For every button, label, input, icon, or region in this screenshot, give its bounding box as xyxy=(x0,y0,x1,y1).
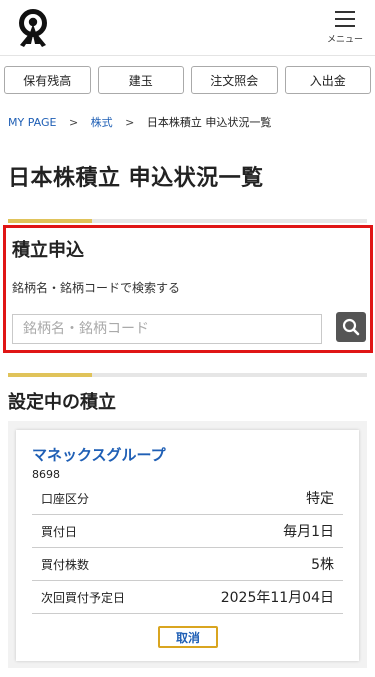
breadcrumb-current: 日本株積立 申込状況一覧 xyxy=(146,116,272,129)
positions-button[interactable]: 建玉 xyxy=(97,66,184,94)
apply-section-description: 銘柄名・銘柄コードで検索する xyxy=(12,281,181,295)
page-title: 日本株積立 申込状況一覧 xyxy=(8,166,264,191)
breadcrumb-stocks-link[interactable]: 株式 xyxy=(91,116,113,129)
detail-label: 買付株数 xyxy=(41,557,90,572)
detail-label: 次回買付予定日 xyxy=(41,590,126,605)
menu-label: メニュー xyxy=(326,35,363,45)
breadcrumb-separator: > xyxy=(68,116,79,129)
breadcrumb: MY PAGE > 株式 > 日本株積立 申込状況一覧 xyxy=(0,94,375,130)
menu-button[interactable]: メニュー xyxy=(323,6,367,50)
detail-row: 買付株数 5株 xyxy=(32,548,343,581)
detail-value: 特定 xyxy=(306,491,334,507)
section-divider-accent xyxy=(8,373,92,377)
section-divider xyxy=(8,373,367,377)
plan-card: マネックスグループ 8698 口座区分 特定 買付日 毎月1日 買付株数 5株 … xyxy=(16,430,359,661)
detail-label: 買付日 xyxy=(41,524,78,539)
monex-logo-icon[interactable] xyxy=(16,8,50,48)
plan-details: 口座区分 特定 買付日 毎月1日 買付株数 5株 次回買付予定日 2025年11… xyxy=(32,482,343,614)
stock-name-link[interactable]: マネックスグループ xyxy=(32,444,166,465)
hamburger-icon xyxy=(335,11,355,27)
holdings-button[interactable]: 保有残高 xyxy=(4,66,91,94)
search-button[interactable] xyxy=(336,312,366,342)
breadcrumb-mypage-link[interactable]: MY PAGE xyxy=(8,116,56,129)
detail-value: 5株 xyxy=(311,557,334,573)
active-section-title: 設定中の積立 xyxy=(8,392,116,413)
detail-label: 口座区分 xyxy=(41,491,90,506)
detail-value: 毎月1日 xyxy=(283,524,334,540)
detail-value: 2025年11月04日 xyxy=(220,590,334,606)
section-divider-accent xyxy=(8,219,92,223)
apply-section: 積立申込 銘柄名・銘柄コードで検索する xyxy=(3,225,373,353)
active-plans-container: マネックスグループ 8698 口座区分 特定 買付日 毎月1日 買付株数 5株 … xyxy=(8,421,367,668)
app-header: メニュー xyxy=(0,0,375,56)
detail-row: 次回買付予定日 2025年11月04日 xyxy=(32,581,343,614)
deposit-withdrawal-button[interactable]: 入出金 xyxy=(284,66,371,94)
apply-section-title: 積立申込 xyxy=(12,240,84,261)
detail-row: 口座区分 特定 xyxy=(32,482,343,515)
quick-nav: 保有残高 建玉 注文照会 入出金 xyxy=(0,56,375,94)
order-inquiry-button[interactable]: 注文照会 xyxy=(191,66,278,94)
stock-search-input[interactable] xyxy=(12,314,322,344)
detail-row: 買付日 毎月1日 xyxy=(32,515,343,548)
search-icon xyxy=(342,318,360,336)
stock-code: 8698 xyxy=(32,468,60,481)
cancel-button[interactable]: 取消 xyxy=(158,626,218,648)
breadcrumb-separator: > xyxy=(125,116,135,129)
section-divider xyxy=(8,219,367,223)
